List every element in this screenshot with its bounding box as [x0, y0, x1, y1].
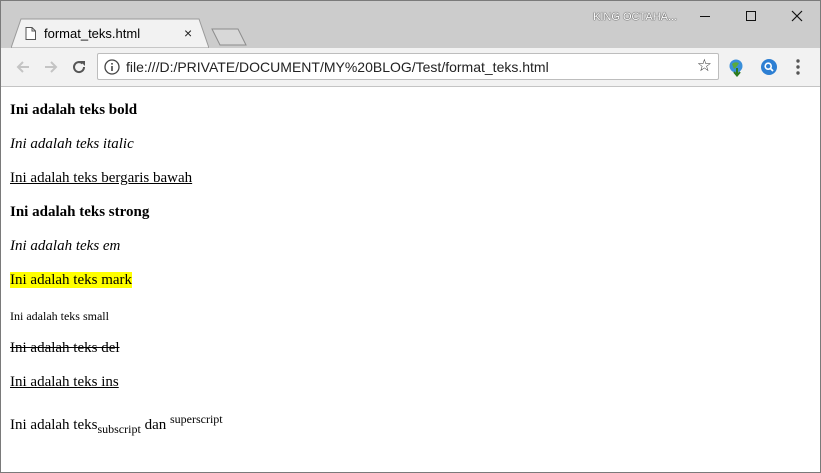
kebab-menu-icon[interactable]: [792, 58, 804, 76]
strong-text: Ini adalah teks strong: [10, 204, 150, 220]
mark-text: Ini adalah teks mark: [10, 272, 133, 288]
tab-title: format_teks.html: [44, 26, 141, 41]
globe-download-icon[interactable]: [727, 57, 747, 77]
ins-text: Ini adalah teks ins: [10, 374, 119, 390]
title-bar: format_teks.html × KING OCTAHA...: [1, 1, 820, 48]
star-icon[interactable]: ☆: [697, 57, 712, 75]
mark-line: Ini adalah teks mark: [10, 272, 133, 289]
maximize-icon: [746, 11, 756, 21]
maximize-button[interactable]: [728, 1, 774, 31]
forward-arrow-icon: [45, 61, 58, 73]
em-text: Ini adalah teks em: [10, 238, 121, 254]
bold-text: Ini adalah teks bold: [10, 102, 138, 118]
search-extension-icon[interactable]: [759, 57, 779, 77]
italic-text: Ini adalah teks italic: [10, 136, 134, 152]
del-line: Ini adalah teks del: [10, 340, 120, 357]
small-text: Ini adalah teks small: [10, 309, 109, 323]
forward-button[interactable]: [41, 57, 61, 77]
back-arrow-icon: [16, 61, 29, 73]
small-line: Ini adalah teks small: [10, 308, 109, 325]
browser-window: format_teks.html × KING OCTAHA... file:/…: [0, 0, 821, 473]
info-icon[interactable]: [104, 59, 120, 75]
new-tab-button[interactable]: [211, 28, 247, 46]
url-text[interactable]: file:///D:/PRIVATE/DOCUMENT/MY%20BLOG/Te…: [126, 59, 549, 75]
sub-middle-text: dan: [140, 417, 170, 433]
tab-format-teks[interactable]: format_teks.html ×: [11, 18, 209, 48]
page-content: Ini adalah teks bold Ini adalah teks ita…: [1, 87, 820, 472]
subscript-text: subscript: [97, 422, 141, 436]
back-button[interactable]: [13, 57, 33, 77]
reload-icon: [73, 61, 86, 74]
reload-button[interactable]: [69, 57, 89, 77]
minimize-button[interactable]: [682, 1, 728, 31]
address-bar[interactable]: file:///D:/PRIVATE/DOCUMENT/MY%20BLOG/Te…: [97, 53, 719, 80]
sub-prefix-text: Ini adalah teks: [10, 417, 98, 433]
superscript-text: superscript: [169, 412, 223, 426]
page-icon: [25, 27, 36, 40]
window-close-icon: [791, 10, 803, 22]
em-line: Ini adalah teks em: [10, 238, 120, 255]
minimize-icon: [700, 16, 710, 17]
italic-line: Ini adalah teks italic: [10, 136, 134, 153]
close-icon[interactable]: ×: [184, 26, 192, 40]
del-text: Ini adalah teks del: [10, 340, 120, 356]
underline-line: Ini adalah teks bergaris bawah: [10, 170, 192, 187]
underline-text: Ini adalah teks bergaris bawah: [10, 170, 193, 186]
bold-line: Ini adalah teks bold: [10, 102, 137, 119]
toolbar: file:///D:/PRIVATE/DOCUMENT/MY%20BLOG/Te…: [1, 48, 820, 87]
user-profile-name[interactable]: KING OCTAHA...: [593, 11, 677, 23]
ins-line: Ini adalah teks ins: [10, 374, 119, 391]
sub-sup-line: Ini adalah tekssubscript dan superscript: [10, 412, 223, 437]
window-close-button[interactable]: [774, 1, 820, 31]
strong-line: Ini adalah teks strong: [10, 204, 149, 221]
